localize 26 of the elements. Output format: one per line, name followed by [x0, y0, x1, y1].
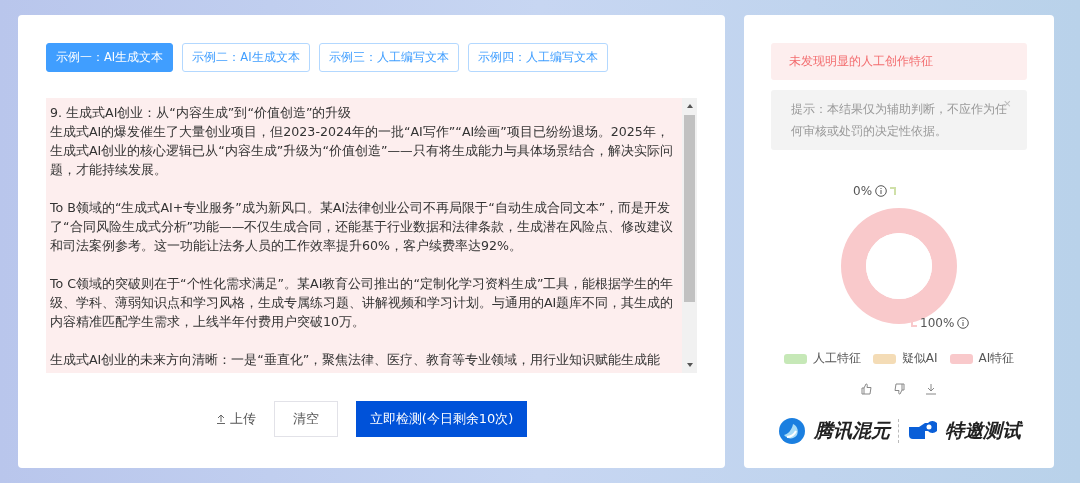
example-tab[interactable]: 示例一：AI生成文本 — [46, 43, 174, 72]
info-icon[interactable] — [875, 185, 888, 197]
legend-label: 人工特征 — [812, 350, 861, 367]
brand-tag: 特邀测试 — [944, 418, 1021, 444]
logo-icon — [777, 417, 806, 445]
percent-label: 100% — [920, 316, 955, 330]
thumbs-down-icon[interactable] — [893, 383, 905, 395]
clear-button[interactable]: 清空 — [273, 401, 338, 437]
example-tab[interactable]: 示例三：人工编写文本 — [318, 43, 459, 72]
percent-label: 0% — [853, 184, 873, 198]
example-tab[interactable]: 示例四：人工编写文本 — [467, 43, 608, 72]
upload-icon — [215, 414, 226, 424]
upload-button[interactable]: 上传 — [215, 410, 256, 428]
detect-button[interactable]: 立即检测(今日剩余10次) — [355, 401, 528, 437]
legend-label: 疑似AI — [901, 350, 938, 367]
download-icon[interactable] — [925, 383, 937, 395]
scrollbar[interactable] — [682, 98, 697, 373]
legend-label: AI特征 — [978, 350, 1015, 367]
scroll-up-icon[interactable] — [685, 102, 694, 110]
info-icon[interactable] — [957, 317, 970, 329]
example-tab[interactable]: 示例二：AI生成文本 — [182, 43, 310, 72]
result-verdict: 未发现明显的人工创作特征 — [771, 43, 1027, 80]
thumbs-up-icon[interactable] — [861, 383, 873, 395]
scroll-down-icon[interactable] — [685, 361, 694, 369]
brand-name: 腾讯混元 — [813, 418, 890, 443]
text-input-field[interactable]: 9. 生成式AI创业：从“内容生成”到“价值创造”的升级 生成式AI的爆发催生了大量创业项目，但2023-2024年的一批“AI写作”“AI绘画”项目已纷纷退场。2025年，生成式AI创业的核心逻辑已从“内容生成”升级为“价值创造”——只有将生成能力与具体场景结合，解决实际问题，才能持续发展。 To B领域的“生成式AI+专业服务”成为新风口。某AI法律创业公司不再局限于“自动生成合同文本”，而是开发了“合同风险生成式分析”功能——不仅生成合同，还能基于行业数据和法律条款，生成潜在风险点、修改建议和司法案例参考。这一功能让法务人员的工作效率提升60%，客户续费率达92%。 To C领域的突破则在于“个性化需求满足”。某AI教育公司推出的“定制化学习资料生成”工具，能根据学生的年级、学科、薄弱知识点和学习风格，生成专属练习题、讲解视频和学习计划。与通用的AI题库不同，其生成的内容精准匹配学生需求，上线半年付费用户突破10万。 生成式AI创业的未来方向清晰：一是“垂直化”，聚焦法律、医疗、教育等专业领域，用行业知识赋能生成能 — [46, 98, 682, 373]
